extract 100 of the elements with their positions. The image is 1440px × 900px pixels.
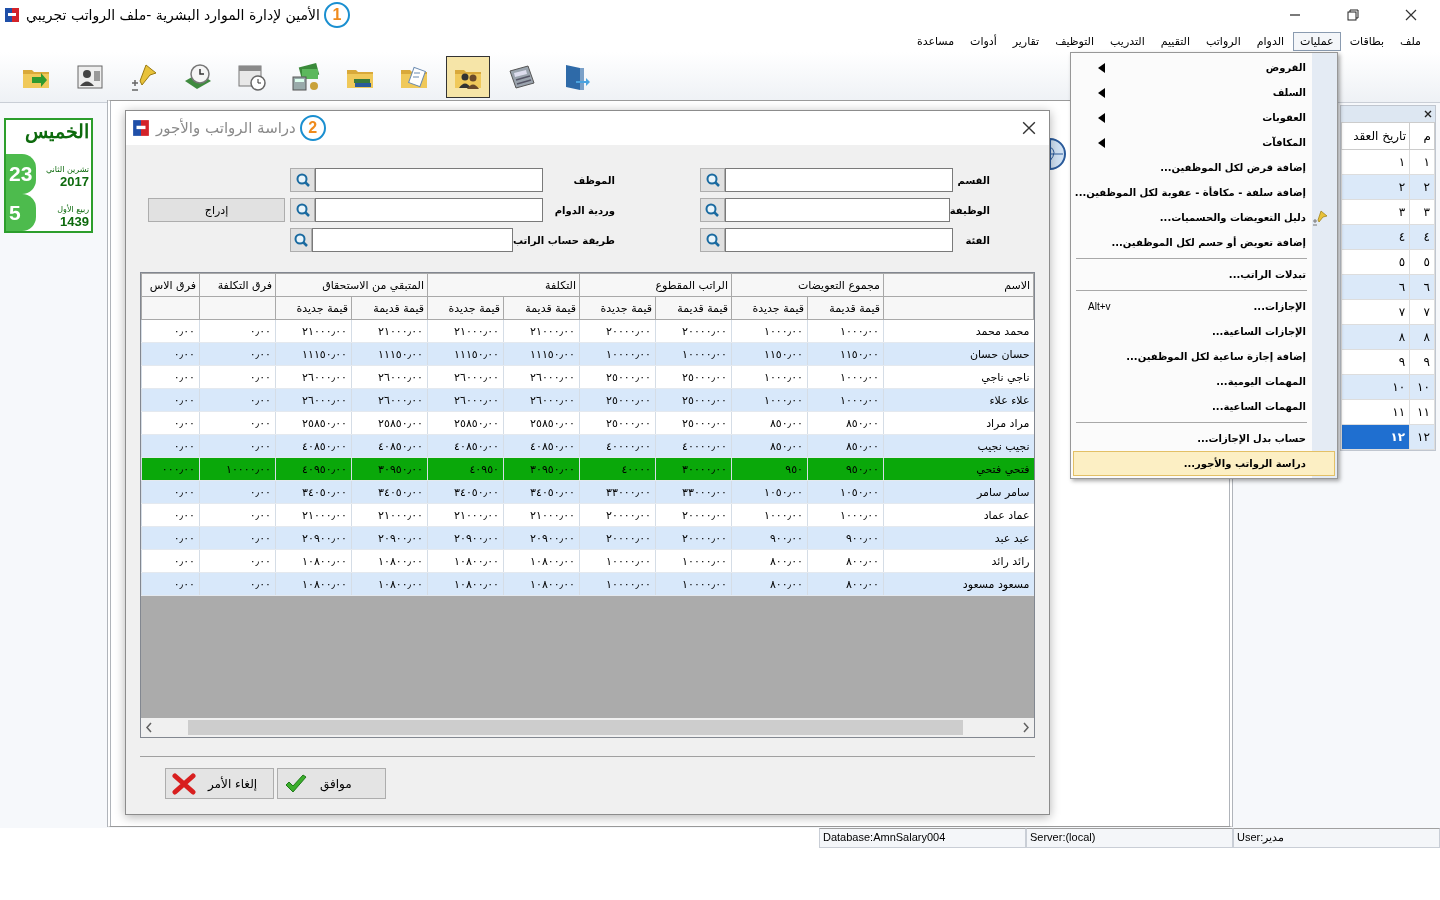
menu-item[interactable]: المهمات اليومية... (1073, 369, 1335, 394)
cancel-button[interactable]: إلغاء الأمر (165, 768, 274, 799)
menu-item[interactable]: إضافة إجازة ساعية لكل الموظفين... (1073, 344, 1335, 369)
table-cell: ٢١٠٠٠٫٠٠ (427, 319, 504, 343)
table-cell: ٠٫٠٠ (141, 549, 200, 573)
table-cell: ١٠٨٠٠٫٠٠ (503, 549, 580, 573)
table-row[interactable]: محمد محمد ١٠٠٠٫٠٠ ١٠٠٠٫٠٠ ٢٠٠٠٠٫٠٠ ٢٠٠٠٠٫٠٠ ٢١٠٠٠٫٠٠ ٢١٠٠٠٫٠٠ ٢١٠٠٠٫٠٠ ٢١٠٠٠٫٠٠ ٠٫٠٠ ٠٫٠٠ (141, 319, 1034, 343)
table-cell[interactable]: ٨ (1341, 324, 1410, 350)
table-cell: ١١١٥٠٫٠٠ (503, 342, 580, 366)
filter-field[interactable] (312, 228, 513, 252)
filter-field[interactable] (315, 198, 543, 222)
filter-field[interactable] (315, 168, 543, 192)
scrollbar[interactable] (141, 718, 1034, 737)
table-cell: مراد مراد (883, 411, 1034, 435)
table-cell: ١٠٠٠٠٫٠٠ (199, 457, 276, 481)
table-row[interactable]: فتحي فتحي ٩٥٠٫٠٠ ٩٥٠ ٣٠٠٠٠٫٠٠ ٤٠٠٠٠ ٣٠٩٥٠٫٠٠ ٤٠٩٥٠ ٣٠٩٥٠٫٠٠ ٤٠٩٥٠٫٠٠ ١٠٠٠٠٫٠٠ ٠٠٠٫٠٠ (141, 457, 1034, 481)
table-cell: ناجي ناجي (883, 365, 1034, 389)
table-cell: ٠٫٠٠ (199, 526, 276, 550)
search-button[interactable] (290, 168, 315, 192)
table-row[interactable]: رائد رائد ٨٠٠٫٠٠ ٨٠٠٫٠٠ ١٠٠٠٠٫٠٠ ١٠٠٠٠٫٠٠ ١٠٨٠٠٫٠٠ ١٠٨٠٠٫٠٠ ١٠٨٠٠٫٠٠ ١٠٨٠٠٫٠٠ ٠٫٠٠ ٠٫٠٠ (141, 549, 1034, 573)
filter-label: الفئة (964, 234, 990, 246)
toolbar-button[interactable] (446, 56, 490, 98)
table-row[interactable]: ناجي ناجي ١٠٠٠٫٠٠ ١٠٠٠٫٠٠ ٢٥٠٠٠٫٠٠ ٢٥٠٠٠٫٠٠ ٢٦٠٠٠٫٠٠ ٢٦٠٠٠٫٠٠ ٢٦٠٠٠٫٠٠ ٢٦٠٠٠٫٠٠ ٠٫٠٠ ٠٫٠٠ (141, 365, 1034, 389)
table-row[interactable]: مراد مراد ٨٥٠٫٠٠ ٨٥٠٫٠٠ ٢٥٠٠٠٫٠٠ ٢٥٠٠٠٫٠٠ ٢٥٨٥٠٫٠٠ ٢٥٨٥٠٫٠٠ ٢٥٨٥٠٫٠٠ ٢٥٨٥٠٫٠٠ ٠٫٠٠ ٠٫٠٠ (141, 411, 1034, 435)
menu-item[interactable]: المهمات الساعية... (1073, 394, 1335, 419)
table-row[interactable]: عماد عماد ١٠٠٠٫٠٠ ١٠٠٠٫٠٠ ٢٠٠٠٠٫٠٠ ٢٠٠٠٠٫٠٠ ٢١٠٠٠٫٠٠ ٢١٠٠٠٫٠٠ ٢١٠٠٠٫٠٠ ٢١٠٠٠٫٠٠ ٠٫٠٠ ٠٫٠٠ (141, 503, 1034, 527)
menu-item[interactable]: إضافة قرض لكل الموظفين... (1073, 155, 1335, 180)
menu-bar-item[interactable]: الرواتب (1199, 31, 1248, 51)
menu-item[interactable]: العقوبات (1073, 105, 1335, 130)
table-cell: ٢٥٠٠٠٫٠٠ (579, 411, 656, 435)
table-cell[interactable]: ٣ (1341, 199, 1410, 225)
menu-item[interactable]: إضافة تعويض أو حسم لكل الموظفين... (1073, 230, 1335, 255)
table-row[interactable]: سامر سامر ١٠٥٠٫٠٠ ١٠٥٠٫٠٠ ٣٣٠٠٠٫٠٠ ٣٣٠٠٠٫٠٠ ٣٤٠٥٠٫٠٠ ٣٤٠٥٠٫٠٠ ٣٤٠٥٠٫٠٠ ٣٤٠٥٠٫٠٠ ٠٫٠٠ ٠٫٠٠ (141, 480, 1034, 504)
table-cell[interactable]: ١١ (1341, 399, 1410, 425)
table-cell[interactable]: ٩ (1341, 349, 1410, 375)
table-cell[interactable]: ٤ (1341, 224, 1410, 250)
menu-bar-item[interactable]: عمليات (1293, 31, 1341, 51)
column-header: مجموع التعويضات (731, 273, 884, 297)
table-cell: ٢١٠٠٠٫٠٠ (275, 503, 352, 527)
table-cell: مسعود مسعود (883, 572, 1034, 596)
table-cell: ٠٫٠٠ (141, 411, 200, 435)
menu-item[interactable]: دليل التعويضات والحسميات... (1073, 205, 1335, 230)
table-cell: ٢٦٠٠٠٫٠٠ (427, 388, 504, 412)
table-cell[interactable]: ٥ (1341, 249, 1410, 275)
filter-field[interactable] (725, 168, 953, 192)
table-row[interactable]: علاء علاء ١٠٠٠٫٠٠ ١٠٠٠٫٠٠ ٢٥٠٠٠٫٠٠ ٢٥٠٠٠٫٠٠ ٢٦٠٠٠٫٠٠ ٢٦٠٠٠٫٠٠ ٢٦٠٠٠٫٠٠ ٢٦٠٠٠٫٠٠ ٠٫٠٠ ٠٫٠٠ (141, 388, 1034, 412)
menu-bar-item[interactable]: التقييم (1153, 31, 1197, 51)
menu-bar-item[interactable]: الدوام (1249, 31, 1292, 51)
search-button[interactable] (700, 228, 725, 252)
column-header: م (1409, 122, 1435, 150)
insert-button[interactable]: إدراج (148, 198, 285, 222)
table-cell: ١٠٠٠٠٫٠٠ (655, 572, 732, 596)
menu-bar-item[interactable]: التدريب (1103, 31, 1152, 51)
menu-bar-item[interactable]: بطاقات (1342, 31, 1392, 51)
search-button[interactable] (290, 228, 313, 252)
scroll-thumb[interactable] (188, 720, 963, 735)
menu-item[interactable]: القروض (1073, 55, 1335, 80)
menu-bar-item[interactable]: تقارير (1005, 31, 1047, 51)
menu-item[interactable]: دراسة الرواتب والأجور... (1073, 451, 1335, 476)
menu-item[interactable]: الإجازات الساعية... (1073, 319, 1335, 344)
column-header: التكلفة (427, 273, 580, 297)
search-button[interactable] (700, 168, 725, 192)
menu-bar-item[interactable]: ملف (1393, 31, 1428, 51)
filter-field[interactable] (725, 228, 953, 252)
table-cell: ٢٠٠٠٠٫٠٠ (579, 526, 656, 550)
table-cell[interactable]: ٢ (1341, 174, 1410, 200)
table-row[interactable]: مسعود مسعود ٨٠٠٫٠٠ ٨٠٠٫٠٠ ١٠٠٠٠٫٠٠ ١٠٠٠٠٫٠٠ ١٠٨٠٠٫٠٠ ١٠٨٠٠٫٠٠ ١٠٨٠٠٫٠٠ ١٠٨٠٠٫٠٠ ٠٫٠٠ ٠٫٠٠ (141, 572, 1034, 596)
close-icon[interactable] (1424, 110, 1432, 118)
table-cell: ٨٠٠٫٠٠ (807, 572, 884, 596)
ok-button[interactable]: موافق (277, 768, 386, 799)
table-cell: ٢٠٩٠٠٫٠٠ (351, 526, 428, 550)
menu-item[interactable]: تبدلات الراتب... (1073, 262, 1335, 287)
table-row[interactable]: عبد عبد ٩٠٠٫٠٠ ٩٠٠٫٠٠ ٢٠٠٠٠٫٠٠ ٢٠٠٠٠٫٠٠ ٢٠٩٠٠٫٠٠ ٢٠٩٠٠٫٠٠ ٢٠٩٠٠٫٠٠ ٢٠٩٠٠٫٠٠ ٠٫٠٠ ٠٫٠٠ (141, 526, 1034, 550)
table-cell[interactable]: ٧ (1341, 299, 1410, 325)
table-cell: ٠٫٠٠ (141, 388, 200, 412)
filter-field[interactable] (724, 198, 950, 222)
table-row[interactable]: نجيب نجيب ٨٥٠٫٠٠ ٨٥٠٫٠٠ ٤٠٠٠٠٫٠٠ ٤٠٠٠٠٫٠٠ ٤٠٨٥٠٫٠٠ ٤٠٨٥٠٫٠٠ ٤٠٨٥٠٫٠٠ ٤٠٨٥٠٫٠٠ ٠٫٠٠ ٠٫٠٠ (141, 434, 1034, 458)
search-button[interactable] (290, 198, 315, 222)
table-cell[interactable]: ١ (1341, 149, 1410, 175)
table-cell: ٣٤٠٥٠٫٠٠ (351, 480, 428, 504)
table-cell[interactable]: ٦ (1341, 274, 1410, 300)
search-button[interactable] (700, 198, 725, 222)
menu-bar-item[interactable]: مساعدة (909, 31, 962, 51)
table-cell: ١٠٨٠٠٫٠٠ (275, 572, 352, 596)
menu-bar-item[interactable]: أدوات (963, 31, 1004, 51)
table-cell[interactable]: ١٢ (1341, 424, 1410, 450)
menu-item[interactable]: المكافآت (1073, 130, 1335, 155)
table-cell: ٨٠٠٫٠٠ (807, 549, 884, 573)
filter-label: وردية الدوام (553, 204, 615, 216)
submenu-arrow-icon (1098, 112, 1105, 123)
table-cell: ٠٫٠٠ (199, 572, 276, 596)
menu-bar-item[interactable]: التوظيف (1048, 31, 1102, 51)
table-cell: ١١٥٠٫٠٠ (731, 342, 808, 366)
table-row[interactable]: حسان حسان ١١٥٠٫٠٠ ١١٥٠٫٠٠ ١٠٠٠٠٫٠٠ ١٠٠٠٠٫٠٠ ١١١٥٠٫٠٠ ١١١٥٠٫٠٠ ١١١٥٠٫٠٠ ١١١٥٠٫٠٠ ٠٫٠٠ ٠٫٠٠ (141, 342, 1034, 366)
table-cell[interactable]: ١٠ (1341, 374, 1410, 400)
table-cell: ١٠٠٠٫٠٠ (731, 503, 808, 527)
column-header: قيمة قديمة (503, 296, 580, 320)
menu-item[interactable]: حساب بدل الإجازات... (1073, 426, 1335, 451)
menu-item[interactable]: إضافة سلفة - مكافأة - عقوبة لكل الموظفين... (1073, 180, 1335, 205)
menu-item[interactable]: السلف (1073, 80, 1335, 105)
